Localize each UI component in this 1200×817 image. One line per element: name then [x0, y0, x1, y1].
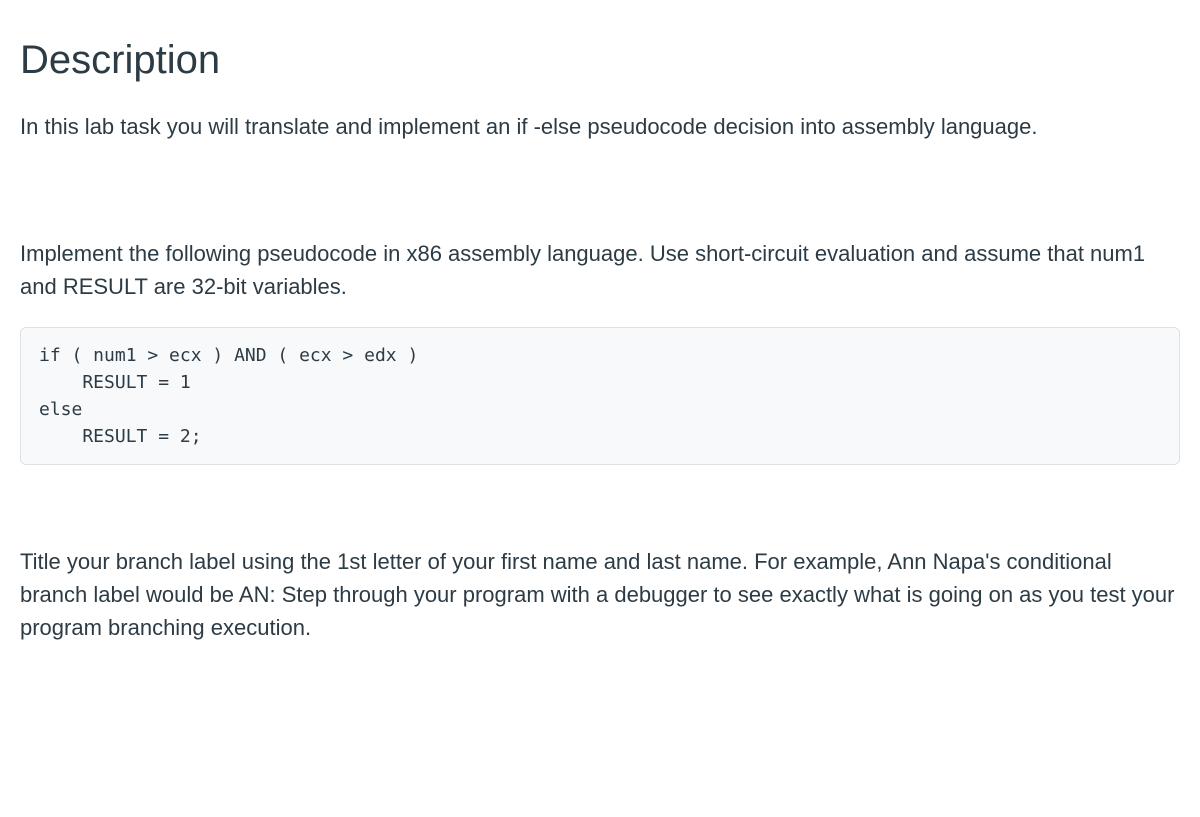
branch-label-paragraph: Title your branch label using the 1st le… [20, 545, 1180, 644]
intro-paragraph: In this lab task you will translate and … [20, 110, 1180, 143]
section-heading: Description [20, 30, 1180, 90]
vertical-spacer [20, 495, 1180, 545]
instruction-paragraph: Implement the following pseudocode in x8… [20, 237, 1180, 303]
pseudocode-block: if ( num1 > ecx ) AND ( ecx > edx ) RESU… [20, 327, 1180, 465]
vertical-spacer [20, 167, 1180, 237]
